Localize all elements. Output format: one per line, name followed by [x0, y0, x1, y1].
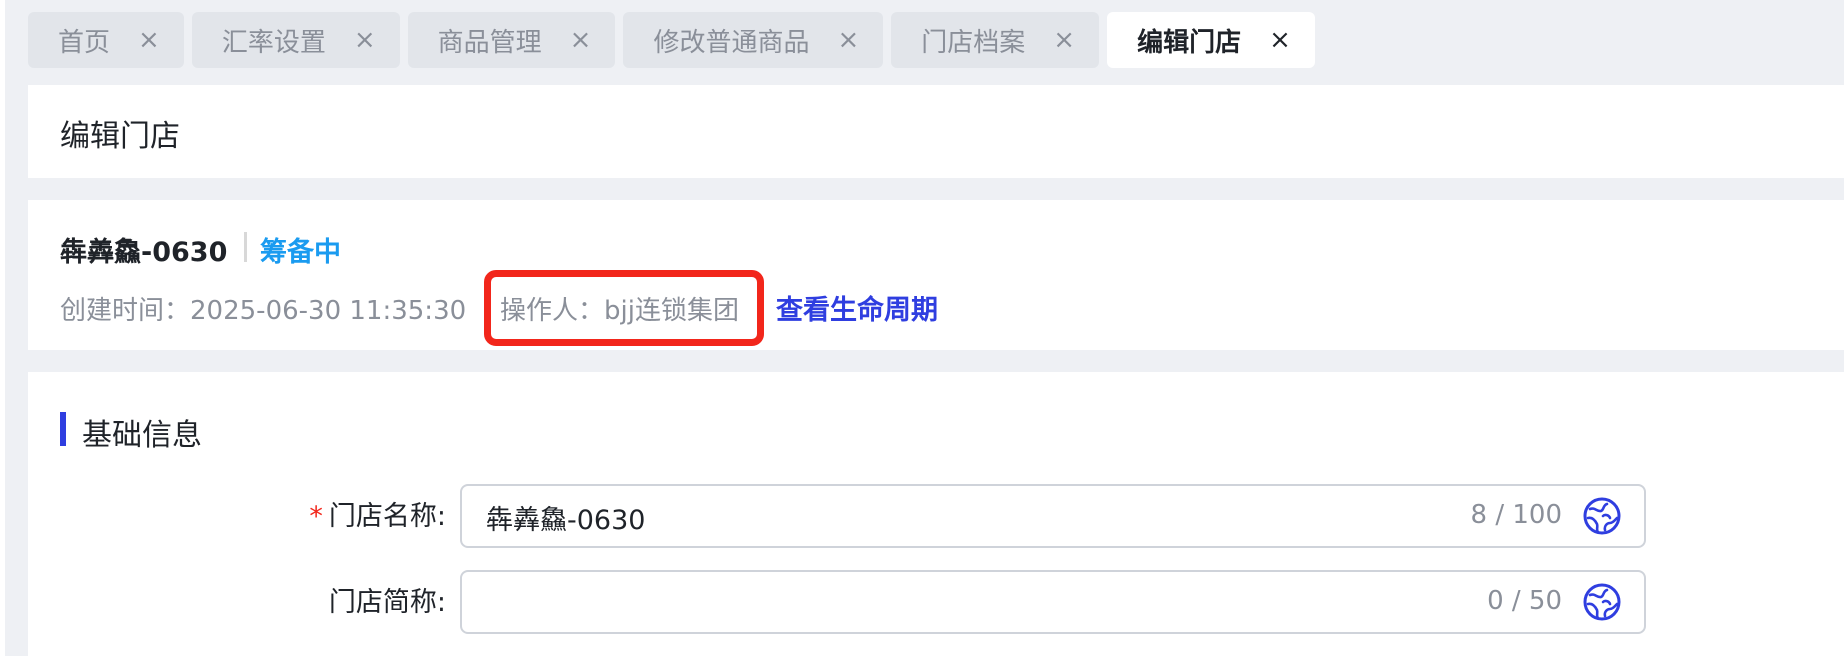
- section-accent-bar: [60, 412, 66, 446]
- store-short-name-field: 0 / 50: [460, 570, 1646, 634]
- created-label: 创建时间：: [60, 296, 191, 326]
- close-icon[interactable]: ×: [354, 27, 376, 53]
- store-name: 犇羴鱻-0630: [60, 237, 228, 268]
- store-name-field: 8 / 100: [460, 484, 1646, 548]
- created-value: 2025-06-30 11:35:30: [190, 296, 467, 326]
- close-icon[interactable]: ×: [1053, 27, 1075, 53]
- char-counter: 8 / 100: [1470, 500, 1562, 530]
- store-summary: 犇羴鱻-0630 筹备中 创建时间：2025-06-30 11:35:30 操作…: [28, 200, 1844, 350]
- store-name-label: * 门店名称:: [309, 494, 446, 533]
- required-mark: *: [309, 501, 323, 532]
- view-lifecycle-link[interactable]: 查看生命周期: [776, 288, 938, 327]
- tab-store-archive[interactable]: 门店档案 ×: [891, 12, 1100, 68]
- status-badge: 筹备中: [260, 237, 341, 268]
- globe-icon[interactable]: [1582, 582, 1622, 622]
- page-title: 编辑门店: [60, 119, 180, 154]
- tab-home[interactable]: 首页 ×: [28, 12, 184, 68]
- tab-product-management[interactable]: 商品管理 ×: [407, 12, 616, 68]
- close-icon[interactable]: ×: [138, 27, 160, 53]
- highlight-box: [484, 270, 764, 346]
- store-short-name-label: 门店简称:: [328, 587, 446, 618]
- tab-edit-product[interactable]: 修改普通商品 ×: [623, 12, 884, 68]
- tab-label: 门店档案: [921, 27, 1026, 58]
- tab-exchange-rate[interactable]: 汇率设置 ×: [191, 12, 400, 68]
- globe-icon[interactable]: [1582, 496, 1622, 536]
- close-icon[interactable]: ×: [837, 27, 859, 53]
- char-counter: 0 / 50: [1487, 586, 1562, 616]
- created-time: 创建时间：2025-06-30 11:35:30: [60, 290, 466, 327]
- basic-info-section: 基础信息 *门店名称: 8 / 100 门店简称: 0 / 50: [28, 372, 1844, 656]
- tab-label: 汇率设置: [221, 27, 326, 58]
- divider: [244, 232, 247, 262]
- close-icon[interactable]: ×: [1269, 27, 1291, 53]
- store-short-name-input[interactable]: [484, 580, 1388, 626]
- close-icon[interactable]: ×: [570, 27, 592, 53]
- tab-label: 首页: [58, 27, 111, 58]
- tab-edit-store[interactable]: 编辑门店 ×: [1107, 12, 1315, 68]
- tab-bar: 首页 × 汇率设置 × 商品管理 × 修改普通商品 × 门店档案 × 编辑门店 …: [28, 12, 1315, 68]
- store-name-input[interactable]: [484, 494, 1388, 540]
- section-title: 基础信息: [82, 418, 202, 453]
- left-edge: [0, 0, 5, 656]
- tab-label: 商品管理: [437, 27, 542, 58]
- store-name-label-text: 门店名称:: [328, 501, 446, 532]
- page-header: 编辑门店: [28, 85, 1844, 178]
- tab-label: 编辑门店: [1137, 27, 1242, 58]
- tab-label: 修改普通商品: [653, 27, 810, 58]
